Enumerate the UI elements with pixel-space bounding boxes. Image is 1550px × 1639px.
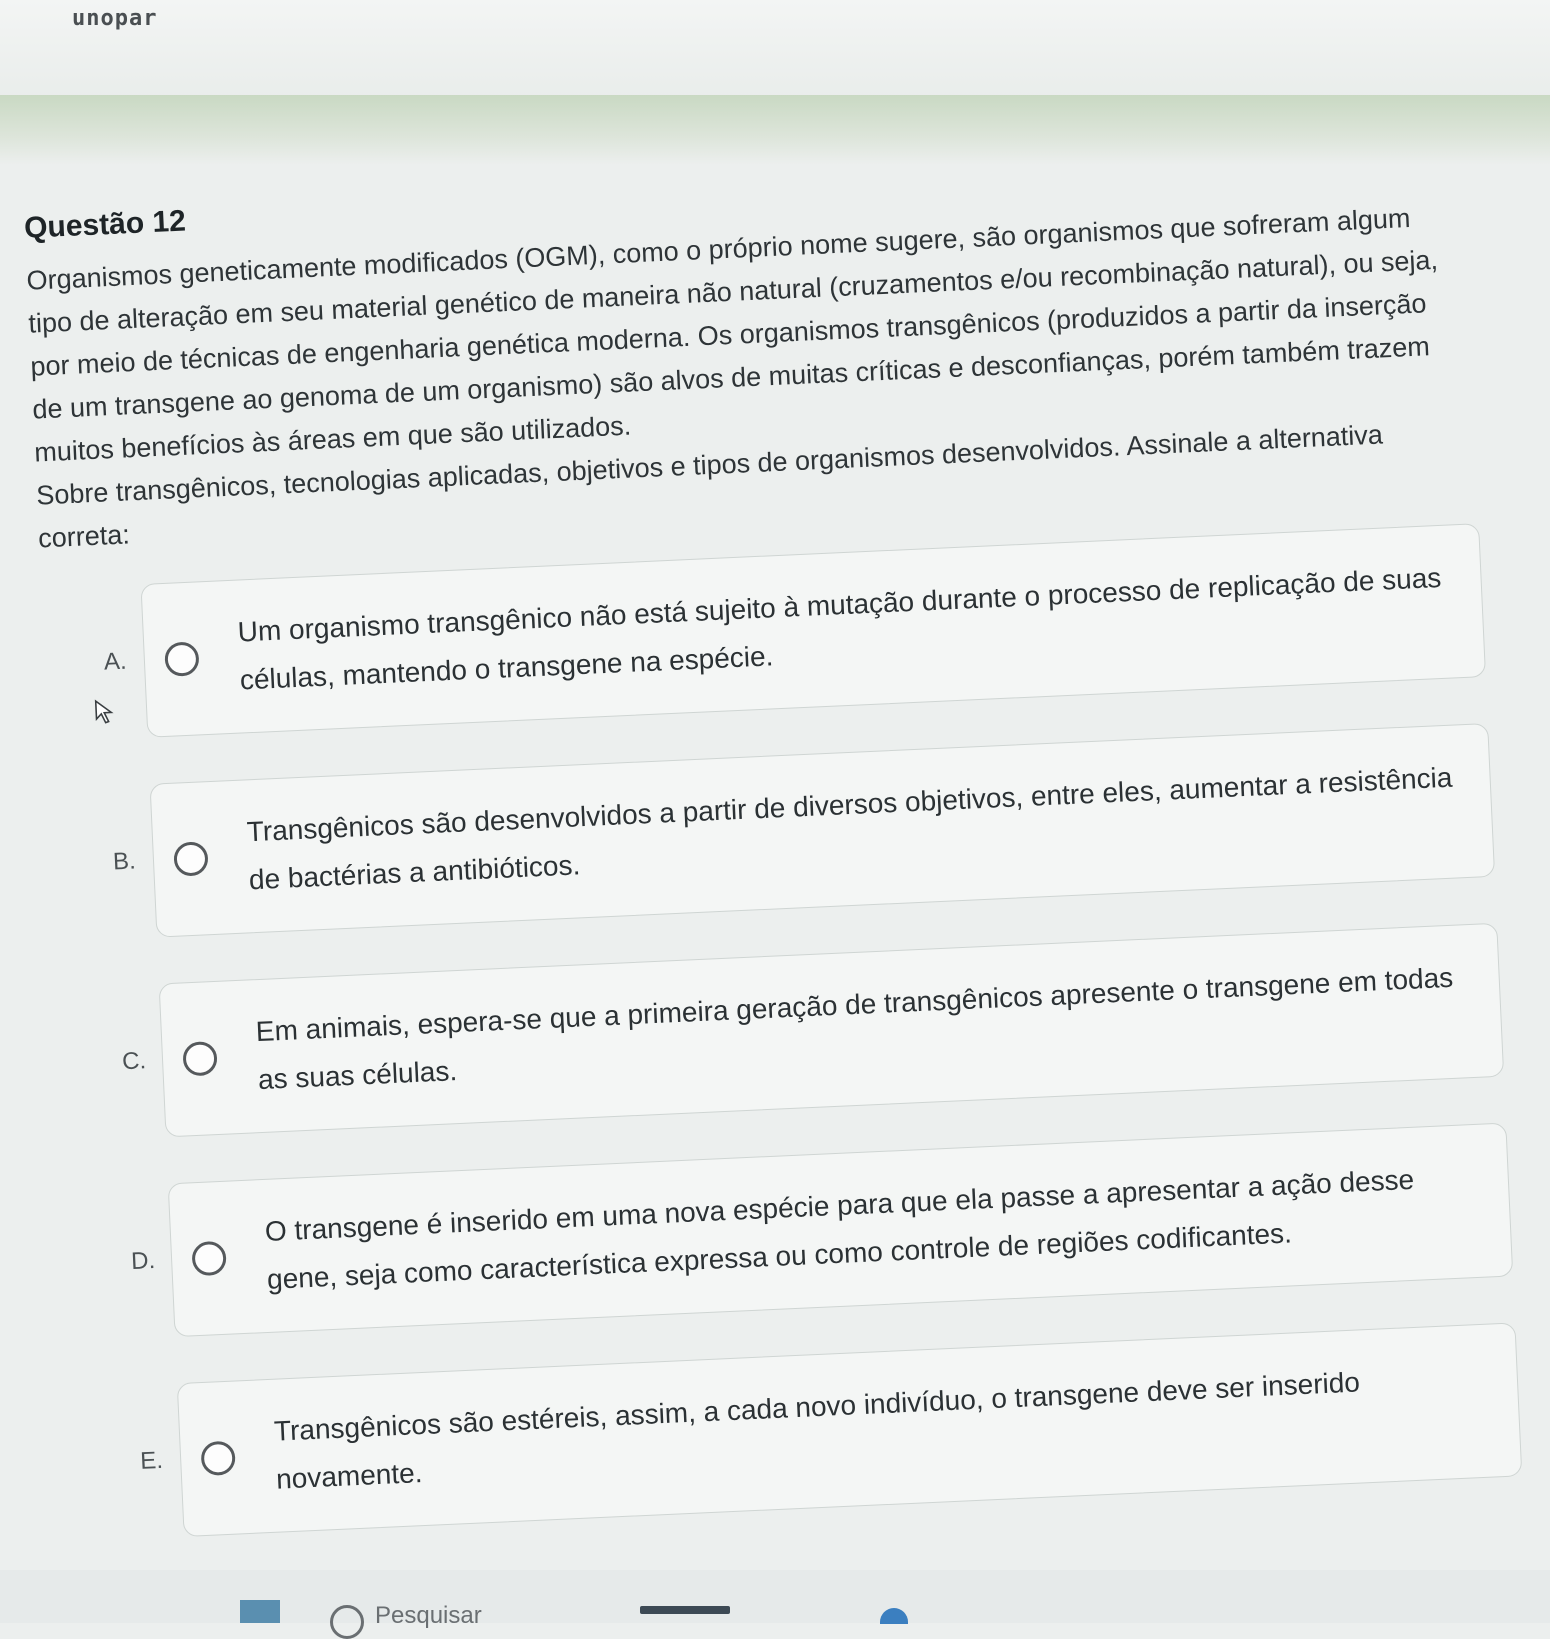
option-e[interactable]: E. Transgênicos são estéreis, assim, a c… [137,1322,1523,1538]
question-text: Organismos geneticamente modificados (OG… [26,195,1458,560]
option-card[interactable]: Um organismo transgênico não está sujeit… [140,523,1487,738]
option-text: Transgênicos são desenvolvidos a partir … [246,761,1453,896]
option-b[interactable]: B. Transgênicos são desenvolvidos a part… [110,722,1496,939]
app-icon[interactable] [240,1600,280,1623]
radio-button[interactable] [182,1040,218,1077]
option-letter: B. [112,847,137,876]
option-letter: E. [139,1446,164,1475]
search-label[interactable]: Pesquisar [375,1602,482,1630]
option-d[interactable]: D. O transgene é inserido em uma nova es… [128,1122,1514,1339]
option-card[interactable]: Em animais, espera-se que a primeira ger… [158,922,1505,1138]
option-card[interactable]: Transgênicos são estéreis, assim, a cada… [176,1322,1523,1537]
bottom-toolbar [0,1570,1550,1623]
option-letter: D. [130,1246,156,1276]
radio-button[interactable] [173,841,209,877]
option-c[interactable]: C. Em animais, espera-se que a primeira … [119,922,1505,1139]
search-radio-icon[interactable] [330,1605,364,1639]
option-text: Transgênicos são estéreis, assim, a cada… [273,1366,1361,1495]
brand-logo: unopar [72,6,158,31]
option-text: Um organismo transgênico não está sujeit… [237,561,1442,696]
option-a[interactable]: A. Um organismo transgênico não está suj… [100,523,1487,739]
question-panel: Questão 12 Organismos geneticamente modi… [18,27,1524,1588]
option-card[interactable]: O transgene é inserido em uma nova espéc… [167,1122,1514,1338]
option-text: Em animais, espera-se que a primeira ger… [255,961,1454,1096]
radio-button[interactable] [191,1240,227,1277]
taskbar-indicator [640,1606,730,1614]
option-letter: C. [121,1047,147,1076]
radio-button[interactable] [200,1440,236,1477]
option-letter: A. [103,647,128,676]
option-text: O transgene é inserido em uma nova espéc… [264,1163,1415,1295]
radio-button[interactable] [164,641,200,677]
option-card[interactable]: Transgênicos são desenvolvidos a partir … [149,722,1496,938]
